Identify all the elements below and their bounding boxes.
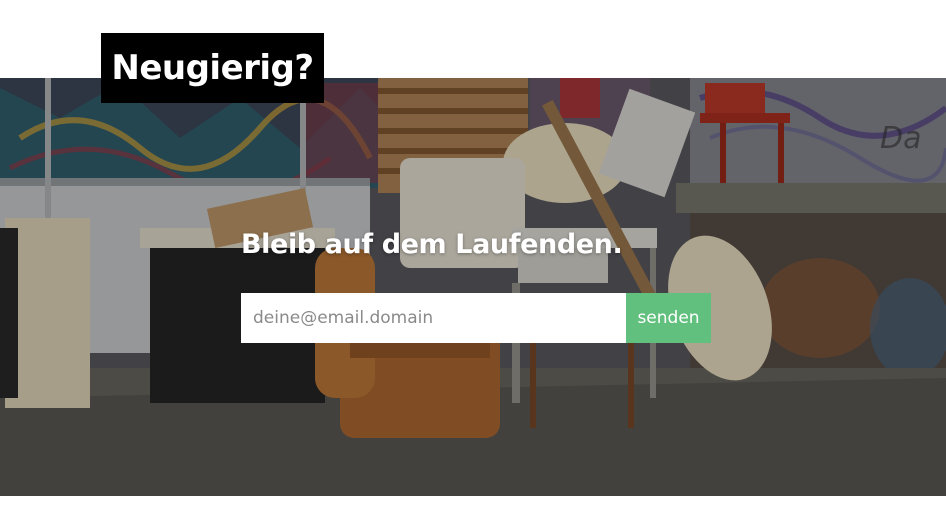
send-button[interactable]: senden [626, 293, 711, 343]
newsletter-form: senden [241, 293, 711, 343]
page: Da Neugierig? Bleib auf dem Laufenden. d… [0, 0, 946, 528]
hero-background-image: Da [0, 78, 946, 496]
hero-overlay [0, 78, 946, 496]
email-input[interactable] [241, 293, 626, 343]
page-title: Neugierig? [111, 48, 314, 88]
title-badge: Neugierig? [101, 33, 324, 103]
newsletter-headline: Bleib auf dem Laufenden. [241, 229, 623, 260]
